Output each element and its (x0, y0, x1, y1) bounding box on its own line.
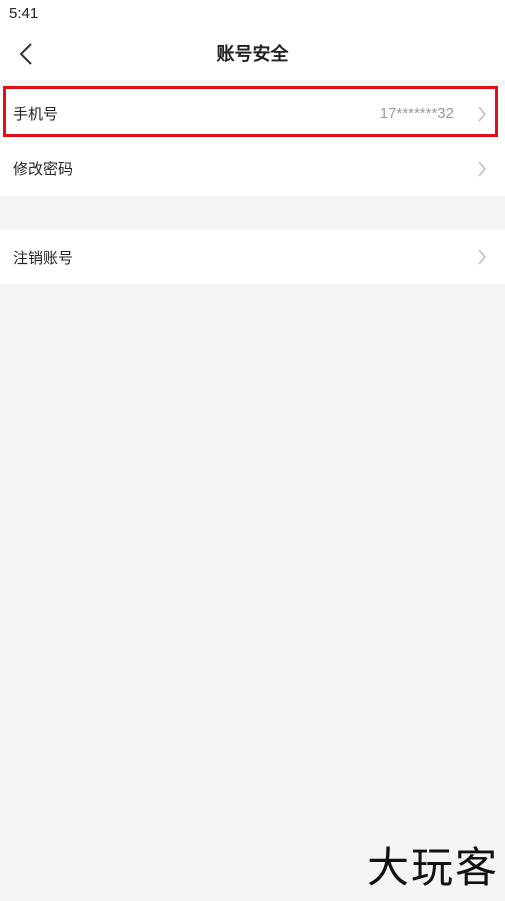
change-password-label: 修改密码 (13, 160, 74, 178)
chevron-right-icon (476, 159, 488, 179)
phone-label: 手机号 (13, 105, 59, 123)
account-settings-group: 手机号 17*******32 修改密码 (0, 86, 505, 196)
delete-account-label: 注销账号 (13, 248, 74, 267)
change-password-row[interactable]: 修改密码 (0, 141, 505, 196)
chevron-right-icon (476, 247, 488, 267)
delete-account-row[interactable]: 注销账号 (0, 230, 505, 284)
watermark-logo: 大玩客 (366, 843, 499, 892)
status-time: 5:41 (9, 5, 39, 22)
chevron-right-icon (476, 104, 488, 124)
phone-row[interactable]: 手机号 17*******32 (0, 86, 505, 141)
phone-value: 17*******32 (379, 105, 454, 122)
status-bar: 5:41 (0, 0, 505, 28)
account-danger-group: 注销账号 (0, 230, 505, 284)
nav-bar: 账号安全 (0, 28, 505, 80)
page-title: 账号安全 (216, 44, 289, 65)
